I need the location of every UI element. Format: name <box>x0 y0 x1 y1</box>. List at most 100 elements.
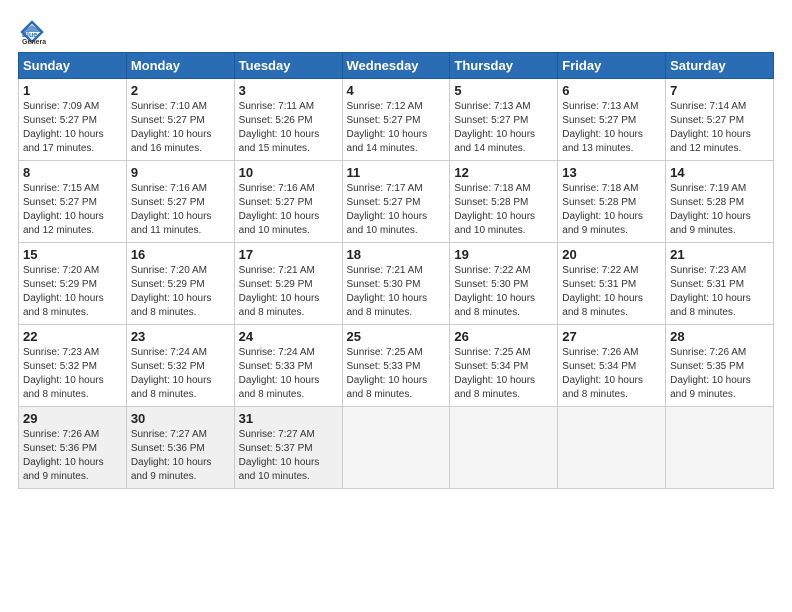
calendar-cell: 24Sunrise: 7:24 AMSunset: 5:33 PMDayligh… <box>234 325 342 407</box>
sunrise-text: Sunrise: 7:24 AM <box>239 346 338 360</box>
daylight-text: Daylight: 10 hours and 14 minutes. <box>347 128 446 156</box>
sunset-text: Sunset: 5:26 PM <box>239 114 338 128</box>
daylight-text: Daylight: 10 hours and 8 minutes. <box>239 292 338 320</box>
calendar-cell <box>558 407 666 489</box>
sunrise-text: Sunrise: 7:17 AM <box>347 182 446 196</box>
calendar-cell: 27Sunrise: 7:26 AMSunset: 5:34 PMDayligh… <box>558 325 666 407</box>
daylight-text: Daylight: 10 hours and 8 minutes. <box>23 374 122 402</box>
weekday-header-wednesday: Wednesday <box>342 53 450 79</box>
day-number: 16 <box>131 247 230 262</box>
day-info: Sunrise: 7:22 AMSunset: 5:30 PMDaylight:… <box>454 264 553 320</box>
daylight-text: Daylight: 10 hours and 15 minutes. <box>239 128 338 156</box>
day-info: Sunrise: 7:14 AMSunset: 5:27 PMDaylight:… <box>670 100 769 156</box>
calendar-cell: 20Sunrise: 7:22 AMSunset: 5:31 PMDayligh… <box>558 243 666 325</box>
calendar-cell: 29Sunrise: 7:26 AMSunset: 5:36 PMDayligh… <box>19 407 127 489</box>
daylight-text: Daylight: 10 hours and 8 minutes. <box>347 292 446 320</box>
daylight-text: Daylight: 10 hours and 9 minutes. <box>670 210 769 238</box>
sunset-text: Sunset: 5:28 PM <box>562 196 661 210</box>
sunrise-text: Sunrise: 7:25 AM <box>347 346 446 360</box>
daylight-text: Daylight: 10 hours and 8 minutes. <box>131 292 230 320</box>
logo: General Blue <box>18 18 50 46</box>
day-info: Sunrise: 7:25 AMSunset: 5:33 PMDaylight:… <box>347 346 446 402</box>
calendar-cell: 19 Sunrise: 7:22 AMSunset: 5:30 PMDayligh… <box>450 243 558 325</box>
calendar-cell: 12 Sunrise: 7:18 AMSunset: 5:28 PMDayligh… <box>450 161 558 243</box>
sunrise-text: Sunrise: 7:26 AM <box>562 346 661 360</box>
sunset-text: Sunset: 5:27 PM <box>23 114 122 128</box>
svg-text:General: General <box>22 39 46 46</box>
sunset-text: Sunset: 5:32 PM <box>131 360 230 374</box>
calendar-cell: 17 Sunrise: 7:21 AMSunset: 5:29 PMDayligh… <box>234 243 342 325</box>
calendar-cell: 30Sunrise: 7:27 AMSunset: 5:36 PMDayligh… <box>126 407 234 489</box>
calendar-week-2: 8Sunrise: 7:15 AMSunset: 5:27 PMDaylight… <box>19 161 774 243</box>
daylight-text: Daylight: 10 hours and 9 minutes. <box>131 456 230 484</box>
day-number: 13 <box>562 165 661 180</box>
sunrise-text: Sunrise: 7:13 AM <box>562 100 661 114</box>
day-number: 21 <box>670 247 769 262</box>
daylight-text: Daylight: 10 hours and 8 minutes. <box>562 292 661 320</box>
day-info: Sunrise: 7:25 AMSunset: 5:34 PMDaylight:… <box>454 346 553 402</box>
sunset-text: Sunset: 5:36 PM <box>23 442 122 456</box>
daylight-text: Daylight: 10 hours and 8 minutes. <box>239 374 338 402</box>
calendar-cell: 2Sunrise: 7:10 AMSunset: 5:27 PMDaylight… <box>126 79 234 161</box>
sunrise-text: Sunrise: 7:27 AM <box>131 428 230 442</box>
sunset-text: Sunset: 5:35 PM <box>670 360 769 374</box>
header: General Blue <box>18 18 774 46</box>
day-number: 20 <box>562 247 661 262</box>
day-info: Sunrise: 7:10 AMSunset: 5:27 PMDaylight:… <box>131 100 230 156</box>
daylight-text: Daylight: 10 hours and 10 minutes. <box>239 456 338 484</box>
sunrise-text: Sunrise: 7:18 AM <box>454 182 553 196</box>
sunrise-text: Sunrise: 7:25 AM <box>454 346 553 360</box>
daylight-text: Daylight: 10 hours and 9 minutes. <box>562 210 661 238</box>
day-info: Sunrise: 7:16 AMSunset: 5:27 PMDaylight:… <box>239 182 338 238</box>
sunrise-text: Sunrise: 7:27 AM <box>239 428 338 442</box>
daylight-text: Daylight: 10 hours and 17 minutes. <box>23 128 122 156</box>
day-info: Sunrise: 7:27 AMSunset: 5:36 PMDaylight:… <box>131 428 230 484</box>
day-number: 6 <box>562 83 661 98</box>
weekday-header-friday: Friday <box>558 53 666 79</box>
day-number: 11 <box>347 165 446 180</box>
sunset-text: Sunset: 5:27 PM <box>454 114 553 128</box>
day-number: 19 <box>454 247 553 262</box>
day-number: 3 <box>239 83 338 98</box>
day-info: Sunrise: 7:18 AMSunset: 5:28 PMDaylight:… <box>562 182 661 238</box>
sunrise-text: Sunrise: 7:23 AM <box>23 346 122 360</box>
day-number: 8 <box>23 165 122 180</box>
day-number: 14 <box>670 165 769 180</box>
day-number: 31 <box>239 411 338 426</box>
day-info: Sunrise: 7:23 AMSunset: 5:31 PMDaylight:… <box>670 264 769 320</box>
sunset-text: Sunset: 5:33 PM <box>239 360 338 374</box>
day-info: Sunrise: 7:11 AMSunset: 5:26 PMDaylight:… <box>239 100 338 156</box>
day-number: 18 <box>347 247 446 262</box>
sunrise-text: Sunrise: 7:11 AM <box>239 100 338 114</box>
sunrise-text: Sunrise: 7:21 AM <box>347 264 446 278</box>
daylight-text: Daylight: 10 hours and 10 minutes. <box>347 210 446 238</box>
weekday-header-monday: Monday <box>126 53 234 79</box>
sunrise-text: Sunrise: 7:24 AM <box>131 346 230 360</box>
day-number: 26 <box>454 329 553 344</box>
calendar-cell: 5Sunrise: 7:13 AMSunset: 5:27 PMDaylight… <box>450 79 558 161</box>
weekday-header-row: SundayMondayTuesdayWednesdayThursdayFrid… <box>19 53 774 79</box>
day-number: 12 <box>454 165 553 180</box>
day-number: 17 <box>239 247 338 262</box>
sunset-text: Sunset: 5:31 PM <box>670 278 769 292</box>
sunrise-text: Sunrise: 7:15 AM <box>23 182 122 196</box>
day-info: Sunrise: 7:24 AMSunset: 5:33 PMDaylight:… <box>239 346 338 402</box>
calendar-cell <box>450 407 558 489</box>
day-number: 7 <box>670 83 769 98</box>
calendar-cell: 1Sunrise: 7:09 AMSunset: 5:27 PMDaylight… <box>19 79 127 161</box>
weekday-header-tuesday: Tuesday <box>234 53 342 79</box>
day-info: Sunrise: 7:18 AMSunset: 5:28 PMDaylight:… <box>454 182 553 238</box>
day-info: Sunrise: 7:12 AMSunset: 5:27 PMDaylight:… <box>347 100 446 156</box>
day-info: Sunrise: 7:13 AMSunset: 5:27 PMDaylight:… <box>562 100 661 156</box>
weekday-header-thursday: Thursday <box>450 53 558 79</box>
day-number: 29 <box>23 411 122 426</box>
sunset-text: Sunset: 5:27 PM <box>562 114 661 128</box>
day-number: 4 <box>347 83 446 98</box>
day-info: Sunrise: 7:21 AMSunset: 5:29 PMDaylight:… <box>239 264 338 320</box>
day-number: 5 <box>454 83 553 98</box>
calendar-cell: 8Sunrise: 7:15 AMSunset: 5:27 PMDaylight… <box>19 161 127 243</box>
daylight-text: Daylight: 10 hours and 14 minutes. <box>454 128 553 156</box>
sunset-text: Sunset: 5:27 PM <box>347 196 446 210</box>
calendar-cell: 4 Sunrise: 7:12 AMSunset: 5:27 PMDaylight… <box>342 79 450 161</box>
day-info: Sunrise: 7:27 AMSunset: 5:37 PMDaylight:… <box>239 428 338 484</box>
